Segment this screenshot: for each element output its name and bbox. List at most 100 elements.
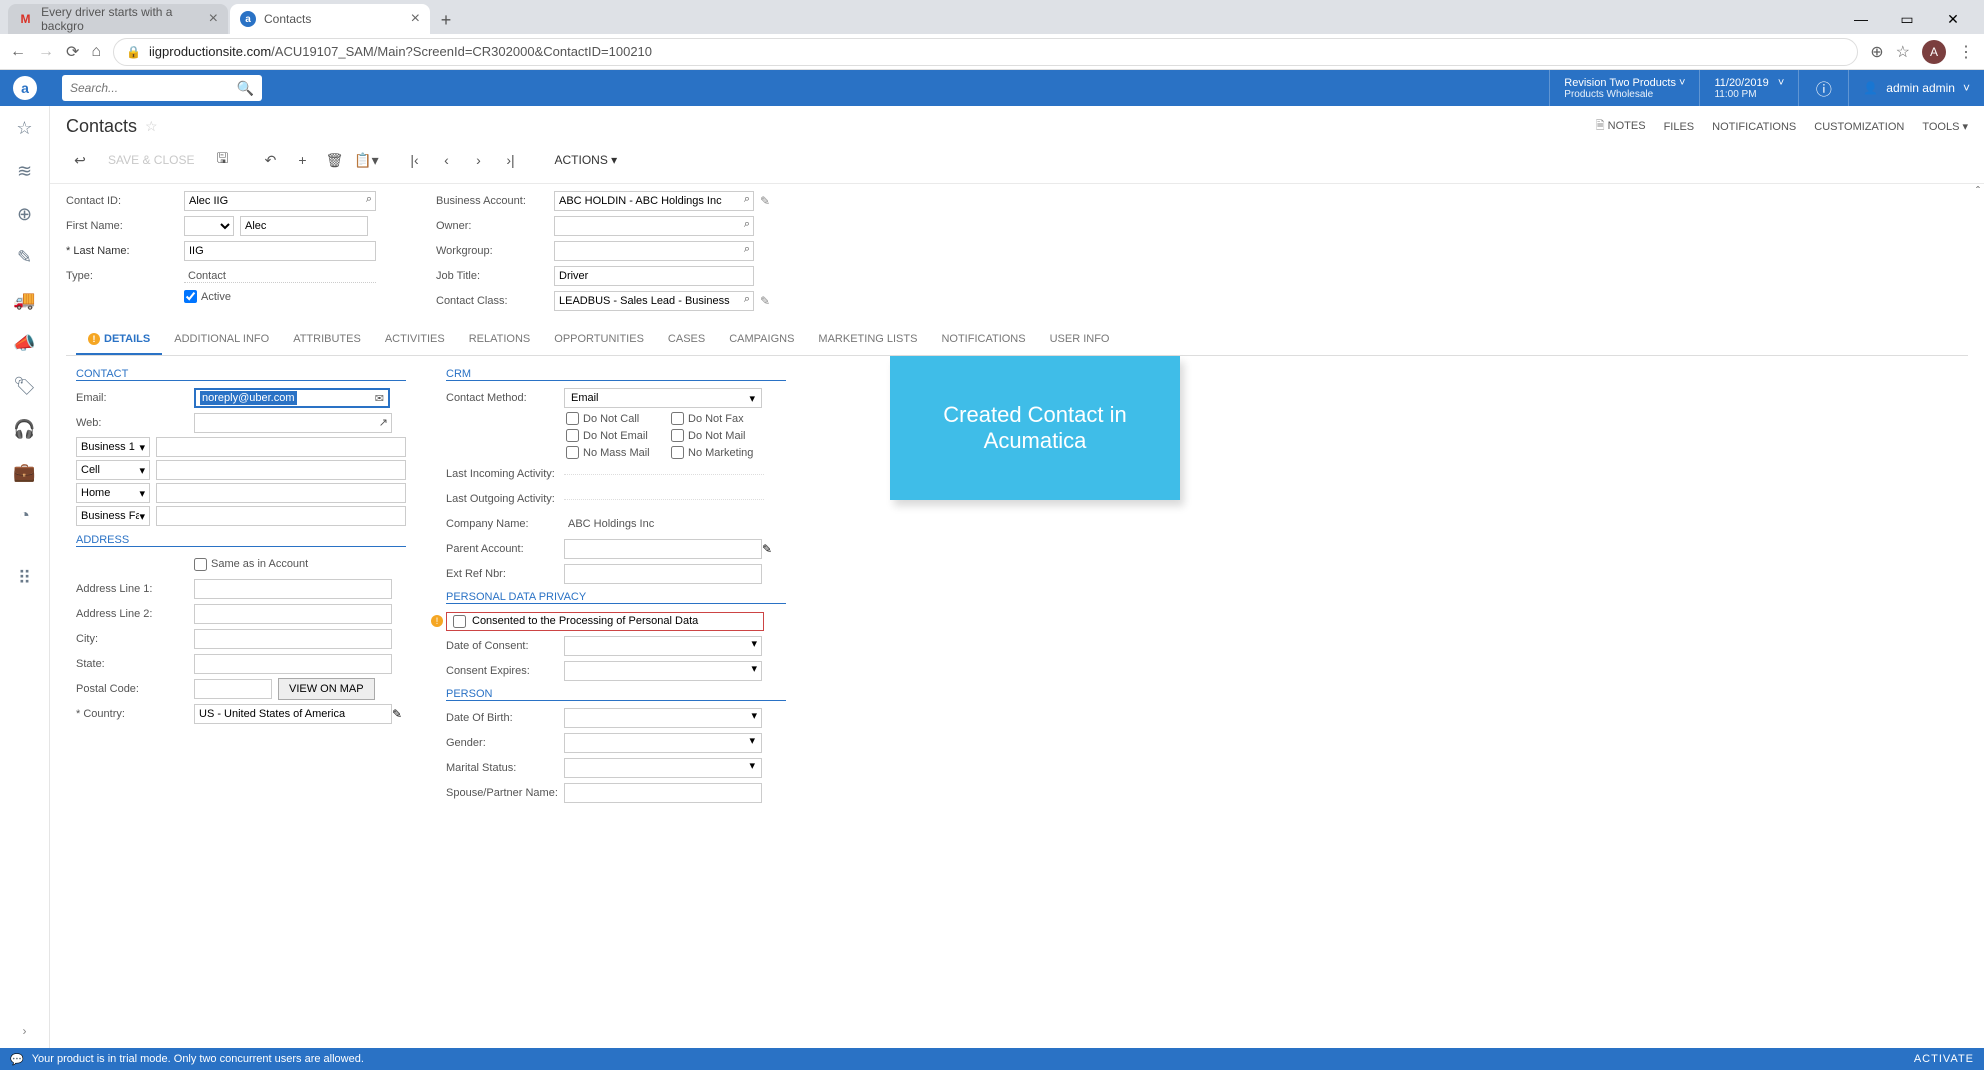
phone-type-select[interactable]: Business Fax▾ [76, 506, 150, 526]
next-record-button[interactable]: › [464, 147, 492, 173]
phone-type-select[interactable]: Home▾ [76, 483, 150, 503]
phone-type-select[interactable]: Cell▾ [76, 460, 150, 480]
favorites-icon[interactable]: ☆ [16, 118, 32, 139]
consent-checkbox[interactable] [453, 615, 466, 628]
business-date-selector[interactable]: 11/20/2019 ˅ 11:00 PM [1699, 70, 1798, 106]
notes-link[interactable]: 🗎 NOTES [1596, 117, 1646, 136]
minimize-button[interactable]: — [1838, 4, 1884, 34]
state-input[interactable] [194, 654, 392, 674]
bookmark-icon[interactable]: ☆ [1896, 42, 1910, 62]
job-title-input[interactable] [554, 266, 754, 286]
back-button[interactable]: ← [10, 43, 26, 61]
expand-rail-button[interactable]: › [23, 1024, 27, 1048]
first-name-input[interactable] [240, 216, 368, 236]
country-input[interactable] [194, 704, 392, 724]
user-menu[interactable]: 👤 admin admin ˅ [1848, 70, 1984, 106]
url-bar[interactable]: 🔒 iigproductionsite.com /ACU19107_SAM/Ma… [113, 38, 1858, 66]
email-input[interactable]: noreply@uber.com ✉ [194, 388, 390, 408]
do-not-email-checkbox[interactable] [566, 429, 579, 442]
view-on-map-button[interactable]: VIEW ON MAP [278, 678, 375, 700]
zoom-icon[interactable]: ⊕ [1870, 42, 1883, 62]
home-button[interactable]: ⌂ [91, 43, 101, 61]
new-tab-button[interactable]: + [432, 6, 460, 34]
spouse-input[interactable] [564, 783, 762, 803]
tab-opportunities[interactable]: OPPORTUNITIES [542, 325, 656, 355]
reload-button[interactable]: ⟳ [66, 42, 79, 62]
postal-input[interactable] [194, 679, 272, 699]
apps-icon[interactable]: ⠿ [18, 568, 31, 589]
favorite-star-icon[interactable]: ☆ [145, 118, 158, 135]
phone-input[interactable] [156, 437, 406, 457]
tab-details[interactable]: !DETAILS [76, 325, 162, 355]
add-icon[interactable]: ⊕ [17, 204, 32, 225]
edit-icon[interactable]: ✎ [760, 194, 770, 208]
add-button[interactable]: + [288, 147, 316, 173]
clipboard-menu[interactable]: 📋▾ [352, 147, 380, 173]
consent-expires-input[interactable]: ▾ [564, 661, 762, 681]
activate-link[interactable]: ACTIVATE [1914, 1053, 1974, 1065]
support-icon[interactable]: 🎧 [13, 419, 35, 440]
tab-activities[interactable]: ACTIVITIES [373, 325, 457, 355]
last-record-button[interactable]: ›| [496, 147, 524, 173]
first-record-button[interactable]: |‹ [400, 147, 428, 173]
edit-icon[interactable]: ✎ [762, 542, 772, 556]
phone-type-select[interactable]: Business 1▾ [76, 437, 150, 457]
consent-row[interactable]: ! Consented to the Processing of Persona… [446, 612, 764, 631]
owner-input[interactable] [554, 216, 754, 236]
tab-attributes[interactable]: ATTRIBUTES [281, 325, 373, 355]
web-input[interactable] [194, 413, 392, 433]
avatar[interactable]: A [1922, 40, 1946, 64]
tags-icon[interactable]: 🏷 [13, 376, 36, 397]
no-marketing-checkbox[interactable] [671, 446, 684, 459]
active-checkbox[interactable] [184, 290, 197, 303]
salutation-select[interactable] [184, 216, 234, 236]
last-name-input[interactable] [184, 241, 376, 261]
search-icon[interactable]: 🔍 [237, 80, 254, 97]
contact-class-input[interactable] [554, 291, 754, 311]
tab-cases[interactable]: CASES [656, 325, 717, 355]
dob-input[interactable]: ▾ [564, 708, 762, 728]
phone-input[interactable] [156, 483, 406, 503]
prev-record-button[interactable]: ‹ [432, 147, 460, 173]
addr1-input[interactable] [194, 579, 392, 599]
actions-menu[interactable]: ACTIONS ▾ [544, 153, 627, 167]
contact-id-input[interactable] [184, 191, 376, 211]
parent-account-input[interactable] [564, 539, 762, 559]
delete-button[interactable]: 🗑 [320, 147, 348, 173]
phone-input[interactable] [156, 460, 406, 480]
save-button[interactable]: 🖫 [208, 147, 236, 173]
help-button[interactable]: ⓘ [1798, 70, 1848, 106]
files-link[interactable]: FILES [1664, 121, 1695, 133]
notifications-link[interactable]: NOTIFICATIONS [1712, 121, 1796, 133]
briefcase-icon[interactable]: 💼 [13, 462, 35, 483]
forward-button[interactable]: → [38, 43, 54, 61]
close-icon[interactable]: × [411, 10, 420, 28]
app-logo[interactable]: a [0, 76, 50, 100]
addr2-input[interactable] [194, 604, 392, 624]
city-input[interactable] [194, 629, 392, 649]
no-mass-mail-checkbox[interactable] [566, 446, 579, 459]
edit-icon[interactable]: ✎ [392, 707, 402, 721]
edit-icon[interactable]: ✎ [760, 294, 770, 308]
browser-tab-gmail[interactable]: M Every driver starts with a backgro × [8, 4, 228, 34]
browser-tab-contacts[interactable]: a Contacts × [230, 4, 430, 34]
search-input[interactable] [70, 81, 237, 95]
menu-icon[interactable]: ⋮ [1958, 42, 1974, 62]
tools-menu[interactable]: TOOLS ▾ [1922, 120, 1968, 133]
global-search[interactable]: 🔍 [62, 75, 262, 101]
customization-link[interactable]: CUSTOMIZATION [1814, 121, 1904, 133]
marital-status-select[interactable]: ▾ [564, 758, 762, 778]
data-views-icon[interactable]: ≋ [17, 161, 32, 182]
marketing-icon[interactable]: 📣 [13, 333, 35, 354]
tab-relations[interactable]: RELATIONS [457, 325, 543, 355]
undo-button[interactable]: ↶ [256, 147, 284, 173]
close-window-button[interactable]: ✕ [1930, 4, 1976, 34]
ext-ref-input[interactable] [564, 564, 762, 584]
compose-icon[interactable]: ✎ [17, 247, 32, 268]
workgroup-input[interactable] [554, 241, 754, 261]
gender-select[interactable]: ▾ [564, 733, 762, 753]
do-not-fax-checkbox[interactable] [671, 412, 684, 425]
maximize-button[interactable]: ▭ [1884, 4, 1930, 34]
dashboard-icon[interactable]: ◔ [19, 505, 30, 526]
phone-input[interactable] [156, 506, 406, 526]
